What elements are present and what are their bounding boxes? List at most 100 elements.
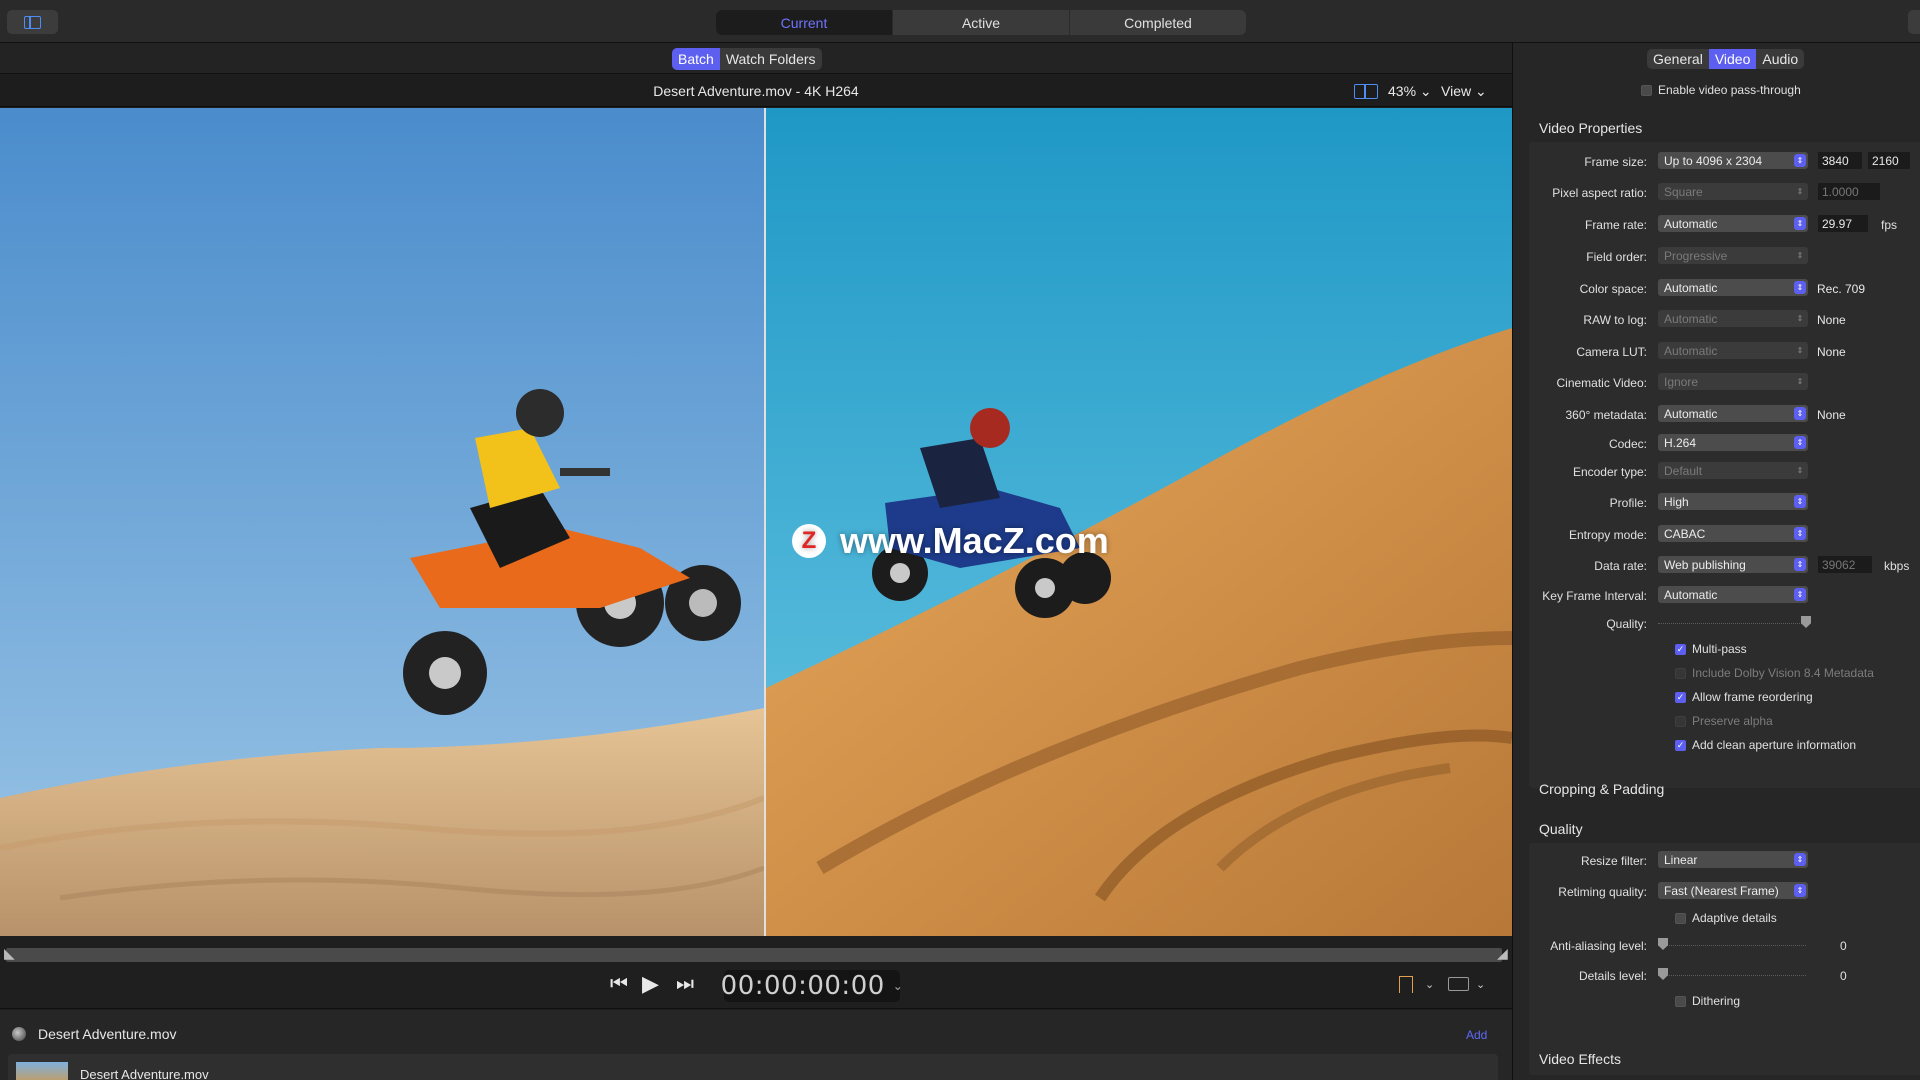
color-space-row: Color space: Automatic ⇕ Rec. 709 xyxy=(1529,279,1920,299)
tab-current[interactable]: Current xyxy=(716,10,893,35)
retiming-value: Fast (Nearest Frame) xyxy=(1664,884,1779,898)
skip-forward-button[interactable]: ⏭ xyxy=(676,973,694,996)
dithering-option[interactable]: Dithering xyxy=(1675,994,1740,1008)
frame-rate-select[interactable]: Automatic ⇕ xyxy=(1658,215,1808,232)
split-view-icon[interactable] xyxy=(1354,84,1378,99)
quality-slider-knob[interactable] xyxy=(1801,616,1811,628)
tab-active[interactable]: Active xyxy=(893,10,1070,35)
play-button[interactable]: ▶ xyxy=(642,971,659,997)
pass-through-option[interactable]: Enable video pass-through xyxy=(1641,83,1801,97)
data-rate-field[interactable]: 39062 xyxy=(1818,556,1872,573)
metadata360-select[interactable]: Automatic ⇕ xyxy=(1658,405,1808,422)
color-space-select[interactable]: Automatic ⇕ xyxy=(1658,279,1808,296)
stepper-icon: ⇕ xyxy=(1794,558,1806,571)
chevron-down-icon[interactable]: ⌄ xyxy=(1476,978,1485,991)
antialias-slider[interactable] xyxy=(1658,945,1806,946)
frame-width-field[interactable]: 3840 xyxy=(1818,152,1862,169)
reorder-option[interactable]: ✓ Allow frame reordering xyxy=(1675,690,1813,704)
adaptive-checkbox[interactable] xyxy=(1675,912,1686,924)
codec-row: Codec: H.264 ⇕ xyxy=(1529,434,1920,454)
color-space-value: Automatic xyxy=(1664,281,1718,295)
stepper-icon: ⇕ xyxy=(1796,251,1804,260)
aperture-checkbox[interactable]: ✓ xyxy=(1675,739,1686,751)
aperture-option[interactable]: ✓ Add clean aperture information xyxy=(1675,738,1856,752)
antialias-slider-knob[interactable] xyxy=(1658,938,1668,950)
multipass-label: Multi-pass xyxy=(1692,642,1747,656)
entropy-select[interactable]: CABAC ⇕ xyxy=(1658,525,1808,542)
adaptive-label: Adaptive details xyxy=(1692,911,1777,925)
dolby-label: Include Dolby Vision 8.4 Metadata xyxy=(1692,666,1874,680)
field-order-select[interactable]: Progressive ⇕ xyxy=(1658,247,1808,264)
data-rate-label: Data rate: xyxy=(1594,559,1647,573)
key-frame-select[interactable]: Automatic ⇕ xyxy=(1658,586,1808,603)
list-item[interactable]: Desert Adventure.mov xyxy=(8,1054,1498,1080)
encoder-type-select[interactable]: Default ⇕ xyxy=(1658,462,1808,479)
stepper-icon: ⇕ xyxy=(1794,154,1806,167)
inspector-toggle-button[interactable] xyxy=(1908,10,1920,34)
timecode-display[interactable]: 00:00:00:00 ⌄ xyxy=(721,970,903,1002)
retiming-select[interactable]: Fast (Nearest Frame) ⇕ xyxy=(1658,882,1808,899)
key-frame-label: Key Frame Interval: xyxy=(1542,589,1647,603)
chevron-down-icon[interactable]: ⌄ xyxy=(1425,978,1434,991)
stepper-icon: ⇕ xyxy=(1794,407,1806,420)
video-effects-title[interactable]: Video Effects xyxy=(1539,1051,1621,1067)
raw-to-log-row: RAW to log: Automatic ⇕ None xyxy=(1529,310,1920,330)
inspector-panel: General Video Audio Enable video pass-th… xyxy=(1512,43,1920,1080)
tab-batch[interactable]: Batch xyxy=(672,48,720,70)
stepper-icon: ⇕ xyxy=(1796,187,1804,196)
display-icon[interactable] xyxy=(1448,977,1469,991)
frame-size-select[interactable]: Up to 4096 x 2304 ⇕ xyxy=(1658,152,1808,169)
preview-image xyxy=(0,108,1512,936)
resize-select[interactable]: Linear ⇕ xyxy=(1658,851,1808,868)
pass-through-checkbox[interactable] xyxy=(1641,84,1652,96)
dithering-checkbox[interactable] xyxy=(1675,995,1686,1007)
compressor-window: Current Active Completed Batch Watch Fol… xyxy=(0,0,1920,1080)
reorder-checkbox[interactable]: ✓ xyxy=(1675,691,1686,703)
cinematic-select[interactable]: Ignore ⇕ xyxy=(1658,373,1808,390)
dolby-option[interactable]: Include Dolby Vision 8.4 Metadata xyxy=(1675,666,1874,680)
raw-to-log-select[interactable]: Automatic ⇕ xyxy=(1658,310,1808,327)
video-preview[interactable]: Z www.MacZ.com xyxy=(0,108,1512,936)
alpha-option[interactable]: Preserve alpha xyxy=(1675,714,1773,728)
dolby-checkbox[interactable] xyxy=(1675,667,1686,679)
frame-height-field[interactable]: 2160 xyxy=(1868,152,1910,169)
view-menu[interactable]: View ⌄ xyxy=(1441,83,1487,100)
frame-rate-field[interactable]: 29.97 xyxy=(1818,215,1868,232)
alpha-checkbox[interactable] xyxy=(1675,715,1686,727)
tab-video[interactable]: Video xyxy=(1708,49,1757,69)
quality-section-title[interactable]: Quality xyxy=(1539,821,1583,837)
batch-job-header[interactable]: Desert Adventure.mov xyxy=(12,1026,177,1042)
dithering-label: Dithering xyxy=(1692,994,1741,1008)
tab-audio[interactable]: Audio xyxy=(1756,49,1804,69)
timeline-scrubber[interactable] xyxy=(6,948,1502,962)
data-rate-select[interactable]: Web publishing ⇕ xyxy=(1658,556,1808,573)
pixel-aspect-field[interactable]: 1.0000 xyxy=(1818,183,1880,200)
tab-watch-folders[interactable]: Watch Folders xyxy=(720,48,822,70)
retiming-row: Retiming quality: Fast (Nearest Frame) ⇕ xyxy=(1529,882,1920,902)
multipass-checkbox[interactable]: ✓ xyxy=(1675,643,1686,655)
tab-completed[interactable]: Completed xyxy=(1070,10,1246,35)
zoom-menu[interactable]: 43% ⌄ xyxy=(1388,83,1432,100)
details-slider[interactable] xyxy=(1658,975,1806,976)
in-point-handle[interactable]: ◣ xyxy=(4,945,15,964)
sidebar-toggle-button[interactable] xyxy=(7,10,58,34)
marker-icon[interactable] xyxy=(1399,976,1413,993)
details-slider-knob[interactable] xyxy=(1658,968,1668,980)
video-thumbnail xyxy=(16,1062,68,1080)
out-point-handle[interactable]: ◢ xyxy=(1497,945,1508,964)
multipass-option[interactable]: ✓ Multi-pass xyxy=(1675,642,1747,656)
codec-select[interactable]: H.264 ⇕ xyxy=(1658,434,1808,451)
add-output-button[interactable]: Add xyxy=(1466,1028,1487,1042)
skip-back-button[interactable]: ⏮ xyxy=(610,973,628,996)
adaptive-option[interactable]: Adaptive details xyxy=(1675,911,1777,925)
cropping-section-title[interactable]: Cropping & Padding xyxy=(1539,781,1664,797)
field-order-label: Field order: xyxy=(1586,250,1647,264)
quality-slider[interactable] xyxy=(1658,623,1806,624)
data-rate-row: Data rate: Web publishing ⇕ 39062 kbps xyxy=(1529,556,1920,576)
camera-lut-select[interactable]: Automatic ⇕ xyxy=(1658,342,1808,359)
profile-select[interactable]: High ⇕ xyxy=(1658,493,1808,510)
pixel-aspect-select[interactable]: Square ⇕ xyxy=(1658,183,1808,200)
batch-job-name: Desert Adventure.mov xyxy=(38,1026,177,1042)
profile-label: Profile: xyxy=(1609,496,1647,510)
tab-general[interactable]: General xyxy=(1647,49,1709,69)
